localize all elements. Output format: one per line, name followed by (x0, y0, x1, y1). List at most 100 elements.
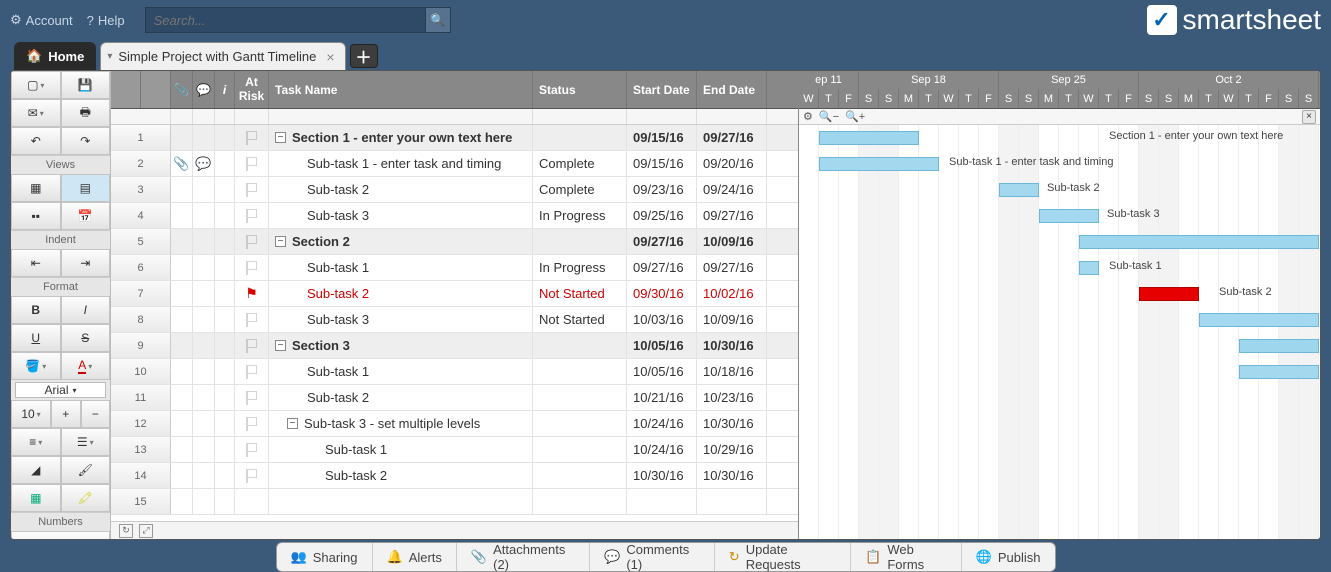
row-number[interactable]: 14 (111, 463, 171, 488)
table-row[interactable]: 14Sub-task 210/30/1610/30/16 (111, 463, 798, 489)
status-cell[interactable] (533, 437, 627, 462)
row-number[interactable]: 8 (111, 307, 171, 332)
comment-cell[interactable] (193, 359, 215, 384)
comment-column-header[interactable]: 💬 (193, 71, 215, 108)
gantt-row[interactable] (799, 385, 1320, 411)
collapse-toolbar-button[interactable] (11, 531, 110, 540)
gantt-bar[interactable] (1199, 313, 1319, 327)
attachment-cell[interactable] (171, 489, 193, 514)
start-date-cell[interactable]: 09/27/16 (627, 255, 697, 280)
table-row[interactable]: 7⚑Sub-task 2Not Started09/30/1610/02/16 (111, 281, 798, 307)
table-row[interactable]: 10Sub-task 110/05/1610/18/16 (111, 359, 798, 385)
at-risk-cell[interactable] (235, 177, 269, 202)
account-link[interactable]: ⚙Account (10, 12, 73, 28)
attachment-cell[interactable] (171, 255, 193, 280)
at-risk-cell[interactable] (235, 489, 269, 514)
gantt-close-icon[interactable]: × (1302, 110, 1316, 124)
start-date-cell[interactable]: 09/27/16 (627, 229, 697, 254)
end-date-cell[interactable]: 10/30/16 (697, 463, 767, 488)
undo-button[interactable]: ↶ (11, 127, 61, 155)
gantt-bar[interactable] (819, 131, 919, 145)
row-number[interactable]: 3 (111, 177, 171, 202)
zoom-out-icon[interactable]: 🔍− (819, 110, 839, 123)
clear-format-button[interactable]: ◢ (11, 456, 61, 484)
new-sheet-button[interactable]: ▢▾ (11, 71, 61, 99)
at-risk-cell[interactable] (235, 151, 269, 176)
gantt-bar[interactable] (1139, 287, 1199, 301)
status-cell[interactable] (533, 411, 627, 436)
start-date-cell[interactable]: 09/15/16 (627, 151, 697, 176)
end-date-cell[interactable]: 10/09/16 (697, 229, 767, 254)
attachment-cell[interactable] (171, 229, 193, 254)
conditional-format-button[interactable]: ▦ (11, 484, 61, 512)
end-date-cell[interactable]: 10/18/16 (697, 359, 767, 384)
attachment-cell[interactable] (171, 463, 193, 488)
at-risk-cell[interactable] (235, 229, 269, 254)
gantt-row[interactable]: Sub-task 2 (799, 177, 1320, 203)
start-date-header[interactable]: Start Date (627, 71, 697, 108)
collapse-toggle[interactable]: − (275, 340, 286, 351)
status-cell[interactable]: In Progress (533, 255, 627, 280)
attachment-column-header[interactable]: 📎 (171, 71, 193, 108)
task-name-cell[interactable]: −Section 3 (269, 333, 533, 358)
fill-color-button[interactable]: 🪣▾ (11, 352, 61, 380)
info-cell[interactable] (215, 125, 235, 150)
end-date-cell[interactable]: 09/27/16 (697, 203, 767, 228)
collapse-toggle[interactable]: − (287, 418, 298, 429)
comment-cell[interactable] (193, 281, 215, 306)
sharing-button[interactable]: 👥Sharing (277, 543, 373, 571)
start-date-cell[interactable]: 09/15/16 (627, 125, 697, 150)
gantt-row[interactable] (799, 411, 1320, 437)
outdent-button[interactable]: ⇤ (11, 249, 61, 277)
gantt-row[interactable] (799, 333, 1320, 359)
gantt-bar[interactable] (1239, 365, 1319, 379)
at-risk-cell[interactable] (235, 333, 269, 358)
info-cell[interactable] (215, 437, 235, 462)
info-cell[interactable] (215, 203, 235, 228)
task-name-cell[interactable] (269, 489, 533, 514)
gantt-row[interactable] (799, 463, 1320, 489)
task-name-cell[interactable]: Sub-task 3 (269, 203, 533, 228)
decrease-font-button[interactable]: − (81, 400, 111, 428)
at-risk-cell[interactable] (235, 463, 269, 488)
info-cell[interactable] (215, 463, 235, 488)
start-date-cell[interactable]: 10/05/16 (627, 359, 697, 384)
end-date-cell[interactable]: 10/29/16 (697, 437, 767, 462)
info-cell[interactable] (215, 385, 235, 410)
highlight-button[interactable]: 🖍 (61, 484, 111, 512)
at-risk-cell[interactable] (235, 411, 269, 436)
save-button[interactable]: 💾 (61, 71, 111, 99)
task-name-cell[interactable]: Sub-task 3 (269, 307, 533, 332)
end-date-cell[interactable]: 10/30/16 (697, 333, 767, 358)
status-cell[interactable]: In Progress (533, 203, 627, 228)
gantt-bar[interactable] (1079, 261, 1099, 275)
status-cell[interactable]: Complete (533, 177, 627, 202)
row-number[interactable]: 9 (111, 333, 171, 358)
grid-view-button[interactable]: ▦ (11, 174, 61, 202)
attachment-cell[interactable] (171, 203, 193, 228)
gantt-row[interactable] (799, 359, 1320, 385)
gantt-row[interactable]: Sub-task 1 - enter task and timing (799, 151, 1320, 177)
table-row[interactable]: 12−Sub-task 3 - set multiple levels10/24… (111, 411, 798, 437)
attachment-cell[interactable] (171, 125, 193, 150)
refresh-icon[interactable]: ↻ (119, 524, 133, 538)
status-cell[interactable]: Not Started (533, 307, 627, 332)
start-date-cell[interactable]: 10/03/16 (627, 307, 697, 332)
at-risk-cell[interactable] (235, 385, 269, 410)
strike-button[interactable]: S (61, 324, 111, 352)
start-date-cell[interactable]: 10/05/16 (627, 333, 697, 358)
task-name-cell[interactable]: Sub-task 1 (269, 255, 533, 280)
font-size-dropdown[interactable]: 10▾ (11, 400, 51, 428)
end-date-cell[interactable]: 10/02/16 (697, 281, 767, 306)
comment-cell[interactable] (193, 333, 215, 358)
print-button[interactable]: 🖶 (61, 99, 111, 127)
start-date-cell[interactable]: 10/24/16 (627, 411, 697, 436)
status-cell[interactable] (533, 463, 627, 488)
format-painter-button[interactable]: 🖌 (61, 456, 111, 484)
info-cell[interactable] (215, 151, 235, 176)
attachment-cell[interactable]: 📎 (171, 151, 193, 176)
row-number[interactable]: 5 (111, 229, 171, 254)
webforms-button[interactable]: 📋Web Forms (851, 543, 962, 571)
end-date-header[interactable]: End Date (697, 71, 767, 108)
info-cell[interactable] (215, 307, 235, 332)
